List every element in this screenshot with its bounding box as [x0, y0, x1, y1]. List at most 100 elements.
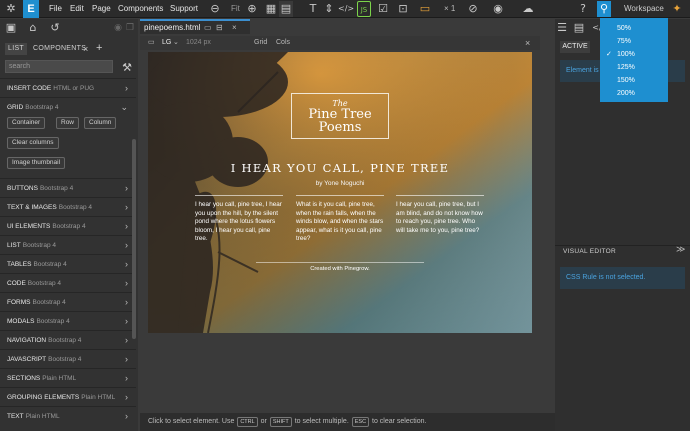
chevron-right-icon[interactable]: ›	[125, 79, 128, 98]
tab-components[interactable]: COMPONENTS	[33, 43, 86, 55]
section-javascript[interactable]: JAVASCRIPT Bootstrap 4 ›	[0, 349, 136, 368]
workspace-button[interactable]: Workspace	[624, 0, 664, 18]
page-count: × 1	[444, 4, 456, 13]
pinegrow-logo-icon[interactable]: ✲	[4, 1, 18, 17]
chevron-right-icon[interactable]: ›	[125, 236, 128, 255]
chevron-down-icon[interactable]: ⌄	[173, 36, 179, 50]
checkbox-icon[interactable]: ☑	[376, 1, 390, 17]
chevron-right-icon[interactable]: ›	[125, 350, 128, 369]
zoom-out-icon[interactable]: ⊖	[208, 1, 222, 17]
tab-active[interactable]: ACTIVE	[560, 41, 590, 53]
tools-icon[interactable]: ⚒	[120, 60, 134, 76]
lightbulb-icon[interactable]: ✦	[670, 1, 684, 17]
grid-button-image-thumbnail[interactable]: Image thumbnail	[7, 157, 66, 169]
section-title: BUTTONS	[7, 185, 38, 192]
chevron-right-icon[interactable]: ›	[125, 274, 128, 293]
layout-icon[interactable]: ▤	[279, 1, 293, 17]
help-icon[interactable]: ?	[576, 1, 590, 17]
section-ui-elements[interactable]: UI ELEMENTS Bootstrap 4 ›	[0, 216, 136, 235]
section-subtitle: Plain HTML	[25, 413, 60, 420]
sliders-icon[interactable]: ☰	[555, 20, 569, 36]
zoom-option[interactable]: 75%	[600, 35, 668, 48]
chevron-right-icon[interactable]: ›	[125, 407, 128, 426]
section-list[interactable]: LIST Bootstrap 4 ›	[0, 235, 136, 254]
search-input[interactable]: search	[5, 60, 113, 73]
collapse-icon[interactable]: ≫	[676, 244, 685, 255]
visibility-off-icon[interactable]: ⊘	[466, 1, 480, 17]
close-tab-icon[interactable]: ×	[83, 43, 89, 55]
section-text-images[interactable]: TEXT & IMAGES Bootstrap 4 ›	[0, 197, 136, 216]
page-canvas[interactable]: The Pine Tree Poems I HEAR YOU CALL, PIN…	[148, 52, 532, 333]
menu-file[interactable]: File	[49, 0, 62, 18]
chevron-right-icon[interactable]: ›	[125, 388, 128, 407]
section-modals[interactable]: MODALS Bootstrap 4 ›	[0, 311, 136, 330]
scrollbar[interactable]	[132, 139, 136, 339]
section-grouping-elements[interactable]: GROUPING ELEMENTS Plain HTML ›	[0, 387, 136, 406]
zoom-option-label: 100%	[617, 51, 635, 58]
style-icon[interactable]: ▤	[572, 20, 586, 36]
editor-mode-icon[interactable]: E	[23, 0, 39, 18]
section-text[interactable]: TEXT Plain HTML ›	[0, 406, 136, 425]
grid-button-container[interactable]: Container	[7, 117, 46, 129]
grid-button-column[interactable]: Column	[84, 117, 117, 129]
chevron-right-icon[interactable]: ›	[125, 179, 128, 198]
js-icon[interactable]: JS	[357, 1, 371, 17]
undo-icon[interactable]: ↺	[48, 20, 62, 36]
save-icon[interactable]: ▣	[4, 20, 18, 36]
chevron-right-icon[interactable]: ›	[125, 331, 128, 350]
window-icon[interactable]: ▭	[204, 21, 212, 34]
fit-label[interactable]: Fit	[231, 0, 240, 18]
insert-icon[interactable]: ⇕	[322, 1, 336, 17]
add-tab-icon[interactable]: +	[96, 42, 103, 54]
chevron-right-icon[interactable]: ›	[125, 293, 128, 312]
window-icon[interactable]: ▭	[418, 1, 432, 17]
code-icon[interactable]: </>	[338, 1, 354, 17]
chevron-down-icon[interactable]: ⌄	[120, 98, 128, 117]
zoom-in-icon[interactable]: ⊕	[245, 1, 259, 17]
eye-icon[interactable]: ◉	[112, 20, 124, 36]
close-icon[interactable]: ×	[525, 36, 530, 50]
chevron-right-icon[interactable]: ›	[125, 198, 128, 217]
grid-button-clear-columns[interactable]: Clear columns	[7, 137, 59, 149]
code-view-icon[interactable]: ⊟	[216, 21, 223, 34]
zoom-option[interactable]: 125%	[600, 61, 668, 74]
section-navigation[interactable]: NAVIGATION Bootstrap 4 ›	[0, 330, 136, 349]
preview-icon[interactable]: ⊡	[396, 1, 410, 17]
chevron-right-icon[interactable]: ›	[125, 369, 128, 388]
visual-editor-header[interactable]: VISUAL EDITOR	[555, 245, 690, 257]
section-sections[interactable]: SECTIONS Plain HTML ›	[0, 368, 136, 387]
device-select[interactable]: LG	[162, 36, 171, 50]
section-forms[interactable]: FORMS Bootstrap 4 ›	[0, 292, 136, 311]
menu-edit[interactable]: Edit	[70, 0, 84, 18]
zoom-option[interactable]: 200%	[600, 87, 668, 100]
tab-list[interactable]: LIST	[5, 43, 27, 55]
grid-toggle[interactable]: Grid	[254, 36, 267, 50]
menu-support[interactable]: Support	[170, 0, 198, 18]
menu-components[interactable]: Components	[118, 0, 163, 18]
close-icon[interactable]: ×	[232, 21, 237, 34]
copy-icon[interactable]: ❐	[124, 20, 136, 36]
grid-button-row[interactable]: Row	[56, 117, 80, 129]
cloud-icon[interactable]: ☁	[521, 1, 535, 17]
section-code[interactable]: CODE Bootstrap 4 ›	[0, 273, 136, 292]
chevron-right-icon[interactable]: ›	[125, 217, 128, 236]
eye-icon[interactable]: ◉	[491, 1, 505, 17]
tab-document[interactable]: pinepoems.html ▭ ⊟ ×	[140, 19, 250, 34]
chevron-right-icon[interactable]: ›	[125, 255, 128, 274]
open-icon[interactable]: ⌂	[26, 20, 40, 36]
zoom-search-icon[interactable]: ⚲	[597, 1, 611, 17]
zoom-option[interactable]: ✓ 100%	[600, 48, 668, 61]
device-icon[interactable]: ▭	[148, 36, 155, 50]
zoom-option[interactable]: 50%	[600, 22, 668, 35]
menu-page[interactable]: Page	[92, 0, 111, 18]
grid-icon[interactable]: ▦	[264, 1, 278, 17]
cols-toggle[interactable]: Cols	[276, 36, 290, 50]
section-title: CODE	[7, 280, 26, 287]
zoom-option[interactable]: 150%	[600, 74, 668, 87]
chevron-right-icon[interactable]: ›	[125, 312, 128, 331]
text-tool-icon[interactable]: T	[306, 1, 320, 17]
section-grid[interactable]: GRID Bootstrap 4 ⌄	[0, 97, 136, 116]
section-buttons[interactable]: BUTTONS Bootstrap 4 ›	[0, 178, 136, 197]
section-insert-code[interactable]: INSERT CODE HTML or PUG ›	[0, 78, 136, 97]
section-tables[interactable]: TABLES Bootstrap 4 ›	[0, 254, 136, 273]
